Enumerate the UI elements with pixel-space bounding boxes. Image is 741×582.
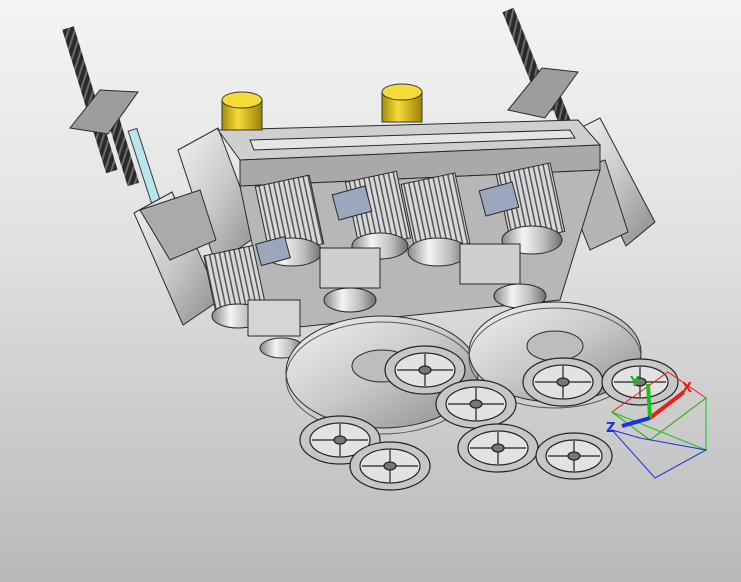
wheel-5 <box>457 423 539 473</box>
x-axis-label: X <box>682 381 692 396</box>
cad-model-canvas[interactable]: X Y Z <box>0 0 741 582</box>
cad-3d-viewport[interactable]: X Y Z <box>0 0 741 582</box>
yellow-motor-cap-left <box>221 91 263 131</box>
wheel-6 <box>522 357 604 407</box>
z-axis-label: Z <box>606 421 615 436</box>
spindle-1 <box>323 287 377 313</box>
wheel-4 <box>435 379 517 429</box>
wheel-8 <box>601 358 679 406</box>
zx-plane-icon <box>610 429 708 479</box>
y-axis-icon <box>646 383 652 419</box>
yellow-motor-cap-right <box>381 83 423 123</box>
gearbox-1 <box>319 247 381 289</box>
wheel-7 <box>535 432 613 480</box>
gearbox-2 <box>459 243 521 285</box>
y-axis-label: Y <box>629 375 640 390</box>
gearbox-3 <box>247 299 301 337</box>
wheel-2 <box>349 441 431 491</box>
